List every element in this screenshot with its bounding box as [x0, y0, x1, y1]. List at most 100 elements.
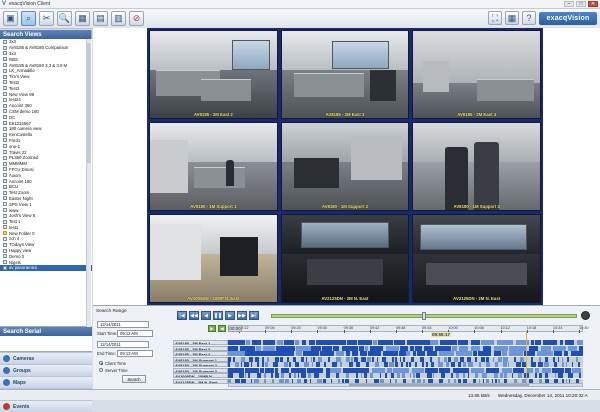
camera-tile[interactable]: AV8185 - 2M East 3 [281, 30, 410, 119]
timeline-forward-button[interactable]: ▶ [208, 325, 216, 332]
timeline-track[interactable] [228, 373, 583, 378]
server-time-radio[interactable] [99, 368, 103, 372]
recording-segment [295, 340, 299, 345]
timeline-camera-name: AV8180 - 1M Support 2 [173, 362, 228, 367]
camera-tile[interactable]: AV8180 - 1M Support 1 [149, 122, 278, 211]
view-label: New View 99 [9, 92, 34, 97]
layout-3-button[interactable]: ▥ [111, 11, 126, 26]
camera-tile[interactable]: AV8180 - 1M Support 2 [281, 122, 410, 211]
recording-segment [387, 368, 391, 373]
recording-segment [309, 340, 315, 345]
recording-segment [427, 351, 437, 356]
view-label: Fred1 [9, 138, 20, 143]
folder-icon [3, 231, 7, 235]
fast-forward-button[interactable]: ▶▶ [237, 311, 247, 320]
recording-segment [384, 362, 388, 367]
layout-2-button[interactable]: ▤ [93, 11, 108, 26]
recording-segment [275, 368, 278, 373]
recording-segment [544, 362, 548, 367]
search-button-main[interactable]: Search [122, 375, 146, 383]
search-views-header[interactable]: Search Views [0, 30, 91, 39]
start-date-field[interactable]: 12/14/2011 [97, 321, 149, 328]
skip-end-button[interactable]: ▶| [249, 311, 259, 320]
recording-segment [281, 368, 289, 373]
recording-segment [463, 373, 465, 378]
recording-segment [249, 357, 253, 362]
end-date-field[interactable]: 12/14/2011 [97, 341, 149, 348]
recording-segment [313, 357, 314, 362]
timeline-camera-name: AV8180 - 1M Support 1 [173, 357, 228, 362]
timeline-scroll-thumb[interactable] [349, 384, 529, 386]
view-label: 3x3 [9, 51, 16, 56]
step-back-button[interactable]: ◀ [201, 311, 211, 320]
fullscreen-button[interactable]: ⛶ [488, 11, 502, 25]
zoom-button[interactable]: 🔍 [57, 11, 72, 26]
start-time-field[interactable]: 09:12 AM [117, 330, 153, 337]
record-button[interactable] [581, 311, 590, 320]
timeline-track[interactable] [228, 362, 583, 367]
view-list-item[interactable]: av panoramics [0, 265, 92, 271]
scroll-thumb[interactable] [87, 43, 91, 163]
camera-tile[interactable]: AV8180 - 1M Support 3 [412, 122, 541, 211]
maximize-button[interactable]: □ [576, 1, 586, 7]
timeline-track[interactable] [228, 351, 583, 356]
layout-1-button[interactable]: ▦ [75, 11, 90, 26]
camera-tile[interactable]: AV2125DN - 2M N. East [281, 214, 410, 303]
timeline-track[interactable] [228, 346, 583, 351]
view-icon [3, 86, 7, 90]
views-scrollbar[interactable] [86, 39, 91, 327]
pause-button[interactable]: ❚❚ [213, 311, 223, 320]
recording-segment [468, 362, 472, 367]
search-button[interactable]: ⌕ [21, 11, 36, 26]
timeline-scrollbar[interactable] [228, 383, 583, 387]
client-time-radio[interactable] [99, 361, 103, 365]
view-icon [3, 63, 7, 67]
timeline-playhead[interactable] [526, 332, 527, 385]
end-time-field[interactable]: 09:13 AM [117, 350, 153, 357]
play-button[interactable]: ▶ [225, 311, 235, 320]
config-tools-button[interactable]: ✂ [39, 11, 54, 26]
rewind-button[interactable]: ◀◀ [189, 311, 199, 320]
minimize-button[interactable]: – [564, 1, 574, 7]
close-button[interactable]: ✕ [588, 1, 598, 7]
recording-segment [471, 368, 484, 373]
nav-events-button[interactable]: Events [0, 400, 92, 412]
nav-cameras-button[interactable]: Cameras [0, 352, 92, 364]
recording-segment [314, 373, 319, 378]
timeline-ruler[interactable]: 09:1209:0609:2409:3009:3609:4209:4809:54… [228, 325, 583, 332]
timeline-track[interactable] [228, 340, 583, 345]
camera-tile[interactable]: AV8185 - 2M East 2 [149, 30, 278, 119]
layout-view-button[interactable]: ▦ [505, 11, 519, 25]
recording-segment [346, 346, 358, 351]
nav-maps-button[interactable]: Maps [0, 376, 92, 388]
recording-segment [518, 373, 522, 378]
recording-segment [287, 357, 289, 362]
timeline-camera-name: AV8185 - 2M East 4 [173, 351, 228, 356]
camera-tile[interactable]: AV2125DN - 2M N. East [412, 214, 541, 303]
nav-groups-button[interactable]: Groups [0, 364, 92, 376]
view-icon [3, 225, 7, 229]
recording-segment [375, 362, 379, 367]
view-label: KenCostello [9, 132, 32, 137]
recording-segment [385, 373, 387, 378]
timeline-track[interactable] [228, 368, 583, 373]
live-view-button[interactable]: ▣ [3, 11, 18, 26]
recording-segment [246, 340, 250, 345]
stop-icon: ⊘ [133, 13, 141, 24]
camera-tile[interactable]: AV1005DN - 10MP N. East [149, 214, 278, 303]
timeline-track[interactable] [228, 357, 583, 362]
timeline-back-button[interactable]: ◀ [218, 325, 226, 332]
help-button[interactable]: ? [522, 11, 536, 25]
speed-slider-knob[interactable] [422, 312, 426, 320]
recording-segment [281, 373, 284, 378]
search-serial-header[interactable]: Search Serial [0, 327, 92, 336]
speed-slider[interactable] [271, 314, 577, 318]
stop-button[interactable]: ⊘ [129, 11, 144, 26]
skip-start-button[interactable]: |◀ [177, 311, 187, 320]
timeline-tick-label: 09:30 [317, 326, 327, 330]
recording-segment [245, 351, 257, 356]
recording-segment [316, 340, 328, 345]
recording-segment [346, 351, 350, 356]
camera-tile[interactable]: AV8185 - 2M East 4 [412, 30, 541, 119]
view-icon [3, 92, 7, 96]
